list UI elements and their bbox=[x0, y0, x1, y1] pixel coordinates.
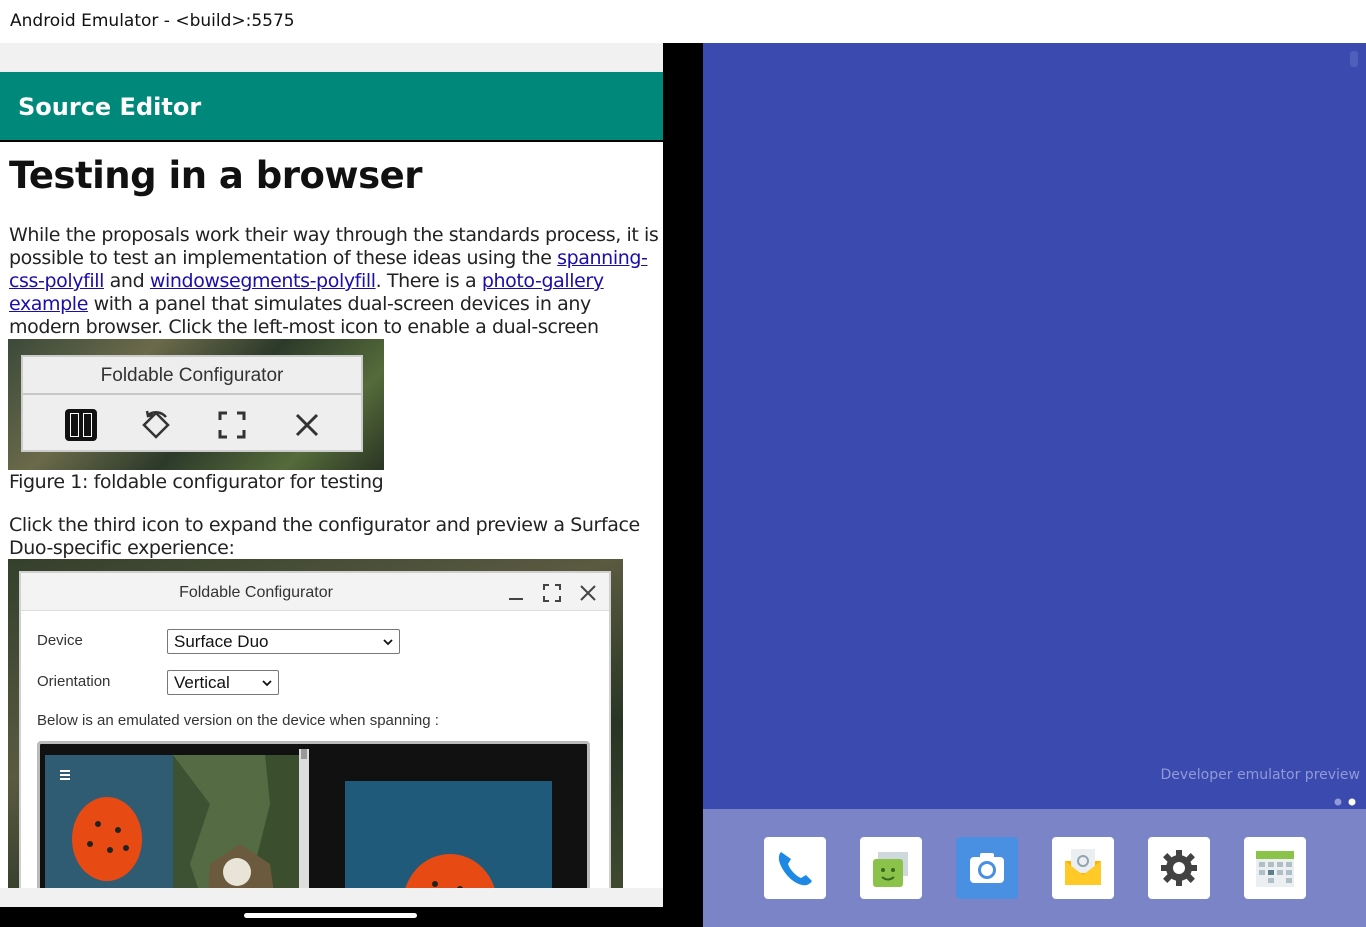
close-icon bbox=[289, 407, 325, 443]
orientation-select: Vertical bbox=[167, 670, 279, 695]
page-indicator bbox=[1330, 794, 1360, 806]
app-title: Source Editor bbox=[18, 93, 202, 121]
figure-1-caption: Figure 1: foldable configurator for test… bbox=[9, 471, 384, 493]
figure-1-image: Foldable Configurator bbox=[8, 339, 384, 470]
article-heading: Testing in a browser bbox=[9, 154, 422, 197]
messages-icon[interactable] bbox=[860, 837, 922, 899]
bottom-edge bbox=[0, 888, 663, 908]
phone-icon[interactable] bbox=[764, 837, 826, 899]
device-select: Surface Duo bbox=[167, 629, 400, 654]
foldable-configurator-window: Foldable Configurator Device Surface Duo bbox=[19, 571, 611, 888]
orientation-label: Orientation bbox=[37, 673, 111, 690]
status-bar bbox=[0, 43, 663, 72]
chevron-down-icon bbox=[262, 680, 272, 687]
app-dock bbox=[703, 809, 1366, 927]
device-label: Device bbox=[37, 632, 83, 649]
configurator-window-titlebar: Foldable Configurator bbox=[21, 573, 609, 611]
minimize-icon bbox=[505, 582, 527, 604]
camera-icon[interactable] bbox=[956, 837, 1018, 899]
email-icon[interactable] bbox=[1052, 837, 1114, 899]
emulated-device-preview bbox=[37, 741, 590, 888]
close-icon bbox=[577, 582, 599, 604]
left-screen: Source Editor Testing in a browser While… bbox=[0, 43, 663, 927]
developer-preview-label: Developer emulator preview bbox=[1160, 767, 1361, 783]
article-content[interactable]: Testing in a browser While the proposals… bbox=[0, 142, 663, 888]
emulation-note: Below is an emulated version on the devi… bbox=[37, 712, 439, 729]
rotate-icon bbox=[138, 407, 174, 443]
window-title-bar: Android Emulator - <build>:5575 bbox=[0, 0, 1366, 43]
right-screen-home[interactable]: Developer emulator preview bbox=[703, 43, 1366, 927]
device-hinge bbox=[663, 43, 703, 927]
article-paragraph-2: Click the third icon to expand the confi… bbox=[9, 514, 640, 559]
settings-icon[interactable] bbox=[1148, 837, 1210, 899]
maximize-icon bbox=[541, 582, 563, 604]
gesture-handle[interactable] bbox=[244, 913, 417, 918]
status-indicator bbox=[1350, 51, 1358, 67]
foldable-configurator-panel: Foldable Configurator bbox=[21, 355, 363, 452]
configurator-title: Foldable Configurator bbox=[23, 357, 361, 395]
calendar-icon[interactable] bbox=[1244, 837, 1306, 899]
windowsegments-polyfill-link[interactable]: windowsegments-polyfill bbox=[150, 270, 376, 292]
figure-2-image: Foldable Configurator Device Surface Duo bbox=[8, 559, 623, 888]
chevron-down-icon bbox=[383, 639, 393, 646]
window-title: Android Emulator - <build>:5575 bbox=[10, 11, 295, 31]
configurator-window-title: Foldable Configurator bbox=[179, 584, 333, 601]
app-bar: Source Editor bbox=[0, 72, 663, 140]
navigation-bar bbox=[0, 907, 663, 927]
expand-icon bbox=[214, 407, 250, 443]
dual-screen-icon bbox=[63, 407, 99, 443]
